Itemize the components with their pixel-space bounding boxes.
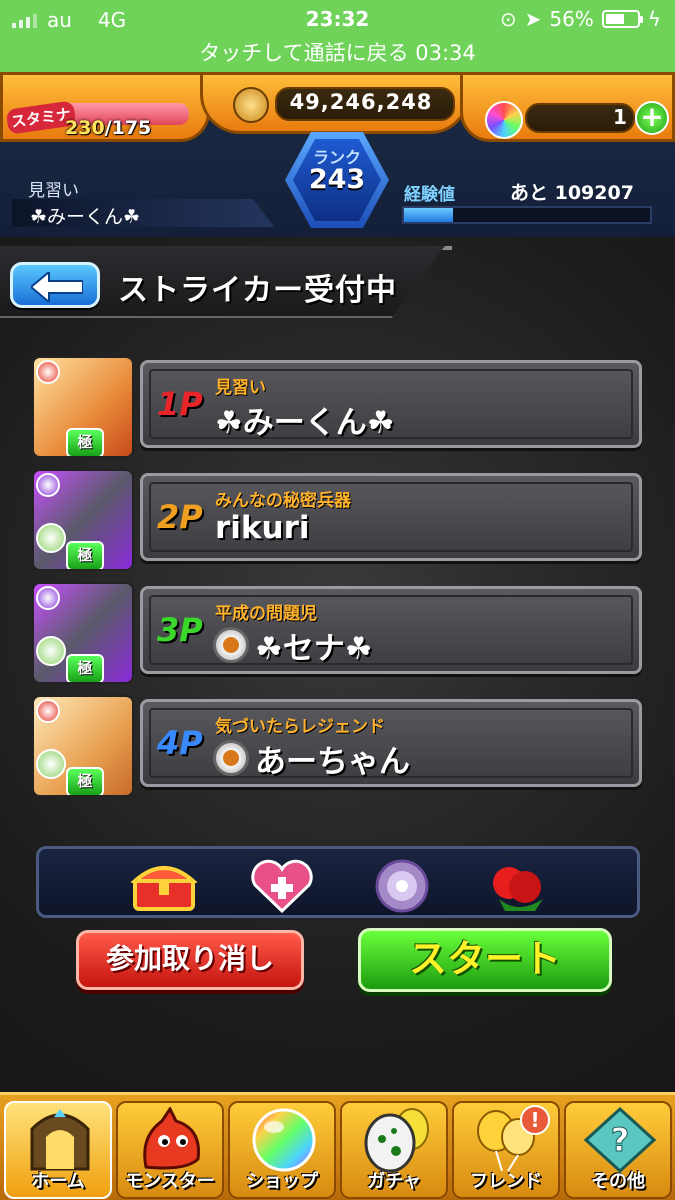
exp-bar-fill [404, 208, 454, 222]
player-plate[interactable]: 1P 見習い ☘みーくん☘ [140, 360, 642, 448]
element-badge-icon [36, 586, 60, 610]
player-title: 見習い [28, 181, 79, 201]
nav-label: ガチャ [367, 1171, 421, 1192]
back-button[interactable] [10, 262, 100, 308]
monster-avatar[interactable]: 極 [32, 695, 134, 797]
player-row[interactable]: 極 1P 見習い ☘みーくん☘ [30, 356, 645, 458]
monster-avatar[interactable]: 極 [32, 356, 134, 458]
rank-value: 243 [308, 164, 366, 195]
stamina-current: 230 [65, 117, 105, 139]
monster-avatar[interactable]: 極 [32, 582, 134, 684]
nav-friend[interactable]: ! フレンド [452, 1101, 560, 1199]
player-row[interactable]: 極 4P 気づいたらレジェンドあーちゃん [30, 695, 645, 797]
stamina-max: /175 [104, 117, 152, 139]
coin-count: 49,246,248 [289, 90, 433, 114]
nav-label: モンスター [125, 1171, 215, 1192]
rainbow-orb-icon [485, 101, 523, 139]
player-title: 平成の問題児 [215, 604, 317, 624]
player-name: ☘セナ☘ [255, 631, 373, 667]
question-diamond-icon: ? [584, 1107, 656, 1173]
player-row[interactable]: 極 2P みんなの秘密兵器 rikuri [30, 469, 645, 571]
exp-bar [402, 206, 652, 224]
nav-label: その他 [591, 1171, 645, 1192]
player-name: あーちゃん [255, 744, 410, 780]
player-name: ☘みーくん☘ [215, 405, 395, 441]
goku-badge: 極 [66, 428, 104, 456]
orb-panel: 1 + [460, 72, 675, 142]
page-title: ストライカー受付中 [118, 273, 397, 308]
start-button[interactable]: スタート [358, 928, 612, 992]
charging-icon: ϟ [647, 7, 661, 31]
player-plate[interactable]: 3P 平成の問題児 ☘セナ☘ [140, 586, 642, 674]
element-badge-icon [36, 473, 60, 497]
goku-badge: 極 [66, 654, 104, 682]
player-row[interactable]: 極 3P 平成の問題児 ☘セナ☘ [30, 582, 645, 684]
add-orb-button[interactable]: + [635, 101, 669, 135]
paw-medal-icon [213, 740, 249, 776]
nav-home[interactable]: ホーム [4, 1101, 112, 1199]
player-header: スタミナ 230/175 49,246,248 1 + ランク 243 見習い … [0, 72, 675, 237]
monster-avatar[interactable]: 極 [32, 469, 134, 571]
element-badge-icon [36, 360, 60, 384]
battery-percent: 56% [549, 7, 594, 31]
purple-orb-icon[interactable] [369, 859, 435, 913]
stamina-value: 230/175 [65, 117, 151, 139]
exp-label: 経験値 [404, 185, 455, 205]
friend-notice-badge: ! [520, 1105, 550, 1135]
goku-badge: 極 [66, 767, 104, 795]
rainbow-orb-icon [252, 1108, 316, 1172]
goku-badge: 極 [66, 541, 104, 569]
return-to-call-banner[interactable]: タッチして通話に戻る 03:34 [0, 38, 675, 72]
home-gate-icon [30, 1109, 90, 1171]
battery-icon [601, 10, 643, 28]
orb-count: 1 [613, 105, 627, 129]
nav-label: ホーム [31, 1171, 85, 1192]
game-screen: au 4G 23:32 ⊙ ➤ 56% ϟ タッチして通話に戻る 03:34 ス… [0, 0, 675, 1200]
sub-badge-icon [36, 636, 66, 666]
coin-panel: 49,246,248 [200, 72, 470, 134]
exp-remaining: あと 109207 [510, 182, 634, 204]
red-fruit-icon[interactable] [485, 859, 551, 913]
sub-badge-icon [36, 749, 66, 779]
status-bar: au 4G 23:32 ⊙ ➤ 56% ϟ [0, 0, 675, 38]
element-badge-icon [36, 699, 60, 723]
stamina-panel: スタミナ 230/175 [0, 72, 210, 142]
slot-number: 4P [157, 724, 203, 762]
svg-text:?: ? [611, 1121, 630, 1159]
slot-number: 2P [157, 498, 203, 536]
player-title: 気づいたらレジェンド [215, 717, 385, 737]
slot-number: 3P [157, 611, 203, 649]
egg-icon [364, 1108, 429, 1173]
heart-plus-icon[interactable] [249, 859, 315, 914]
player-title: 見習い [215, 378, 266, 398]
back-arrow-icon [31, 272, 83, 302]
nav-label: ショップ [246, 1171, 318, 1192]
nav-shop[interactable]: ショップ [228, 1101, 336, 1199]
player-title: みんなの秘密兵器 [215, 491, 351, 511]
player-plate[interactable]: 4P 気づいたらレジェンドあーちゃん [140, 699, 642, 787]
item-bar [36, 846, 640, 918]
player-name: rikuri [215, 510, 310, 546]
nav-gacha[interactable]: ガチャ [340, 1101, 448, 1199]
nav-label: フレンド [470, 1171, 542, 1192]
rotation-lock-icon: ⊙ [499, 7, 517, 31]
slot-number: 1P [157, 385, 203, 423]
location-icon: ➤ [524, 7, 542, 31]
player-plate[interactable]: 2P みんなの秘密兵器 rikuri [140, 473, 642, 561]
nav-other[interactable]: ? その他 [564, 1101, 672, 1199]
cancel-entry-button[interactable]: 参加取り消し [76, 930, 304, 990]
paw-medal-icon [213, 627, 249, 663]
gold-coin-icon [233, 87, 269, 123]
nav-monster[interactable]: モンスター [116, 1101, 224, 1199]
treasure-chest-icon[interactable] [129, 859, 199, 913]
dragon-icon [143, 1107, 201, 1170]
player-name: ☘みーくん☘ [30, 206, 141, 228]
sub-badge-icon [36, 523, 66, 553]
bottom-nav: ホーム モンスター ショップ ガチャ ! フレンド ? その他 [0, 1092, 675, 1200]
